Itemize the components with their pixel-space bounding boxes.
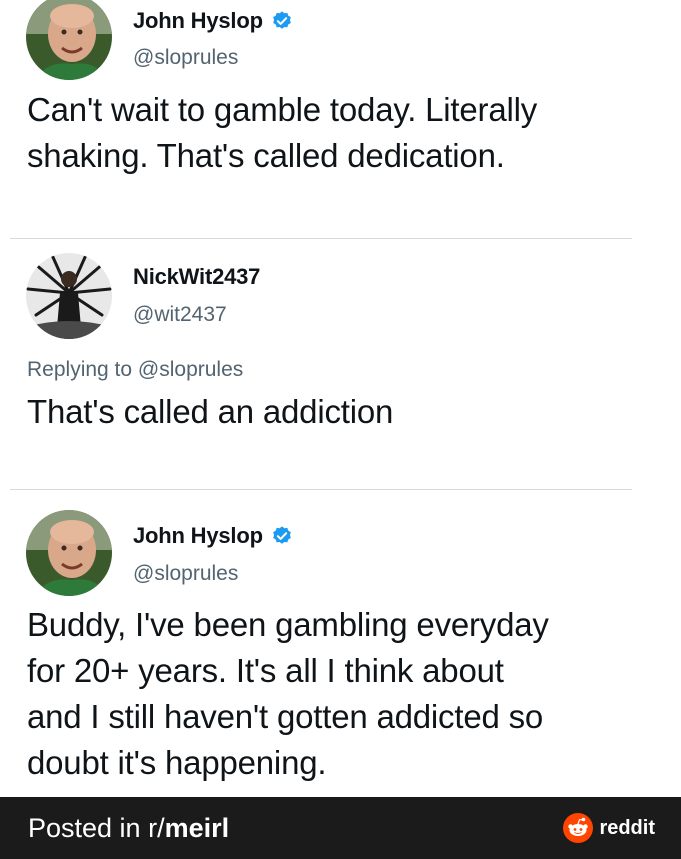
tweet-text: Can't wait to gamble today. Literally sh… [27,87,537,179]
tweet-text-line: shaking. That's called dedication. [27,137,505,174]
subreddit-name: meirl [164,812,230,843]
tweet-text: That's called an addiction [27,389,393,435]
tweet-text: Buddy, I've been gambling everyday for 2… [27,602,549,786]
verified-badge-icon [273,526,291,544]
divider [10,489,632,490]
name-row: John Hyslop [133,523,293,549]
reddit-brand[interactable]: reddit [563,813,655,843]
avatar-nickwit2437[interactable] [26,253,112,339]
posted-in-label[interactable]: Posted in r/meirl [28,813,229,844]
reddit-wordmark: reddit [599,816,655,839]
tweet-text-line: Can't wait to gamble today. Literally [27,91,538,128]
display-name[interactable]: John Hyslop [133,8,263,34]
display-name[interactable]: John Hyslop [133,523,263,549]
tweet-text-line: for 20+ years. It's all I think about [27,652,504,689]
handle[interactable]: @sloprules [133,46,238,70]
handle[interactable]: @sloprules [133,562,238,586]
reddit-logo-icon [563,813,594,843]
replying-to: Replying to @sloprules [27,358,243,382]
verified-badge-icon [273,11,291,29]
name-row: John Hyslop [133,8,293,34]
display-name[interactable]: NickWit2437 [133,264,260,290]
reddit-footer-bar: Posted in r/meirl reddit [0,797,681,859]
tweet-text-line: That's called an addiction [27,393,394,430]
avatar-john-hyslop[interactable] [26,0,112,80]
tweet-text-line: and I still haven't gotten addicted so [27,698,544,735]
tweet-text-line: Buddy, I've been gambling everyday [27,606,549,643]
posted-in-prefix: Posted in r/ [28,812,165,843]
replying-label: Replying to [27,358,133,381]
handle[interactable]: @wit2437 [133,303,227,327]
divider [10,238,632,239]
tweet-text-line: doubt it's happening. [27,744,327,781]
replying-mention-link[interactable]: @sloprules [138,358,243,381]
name-row: NickWit2437 [133,264,260,290]
avatar-john-hyslop[interactable] [26,510,112,596]
